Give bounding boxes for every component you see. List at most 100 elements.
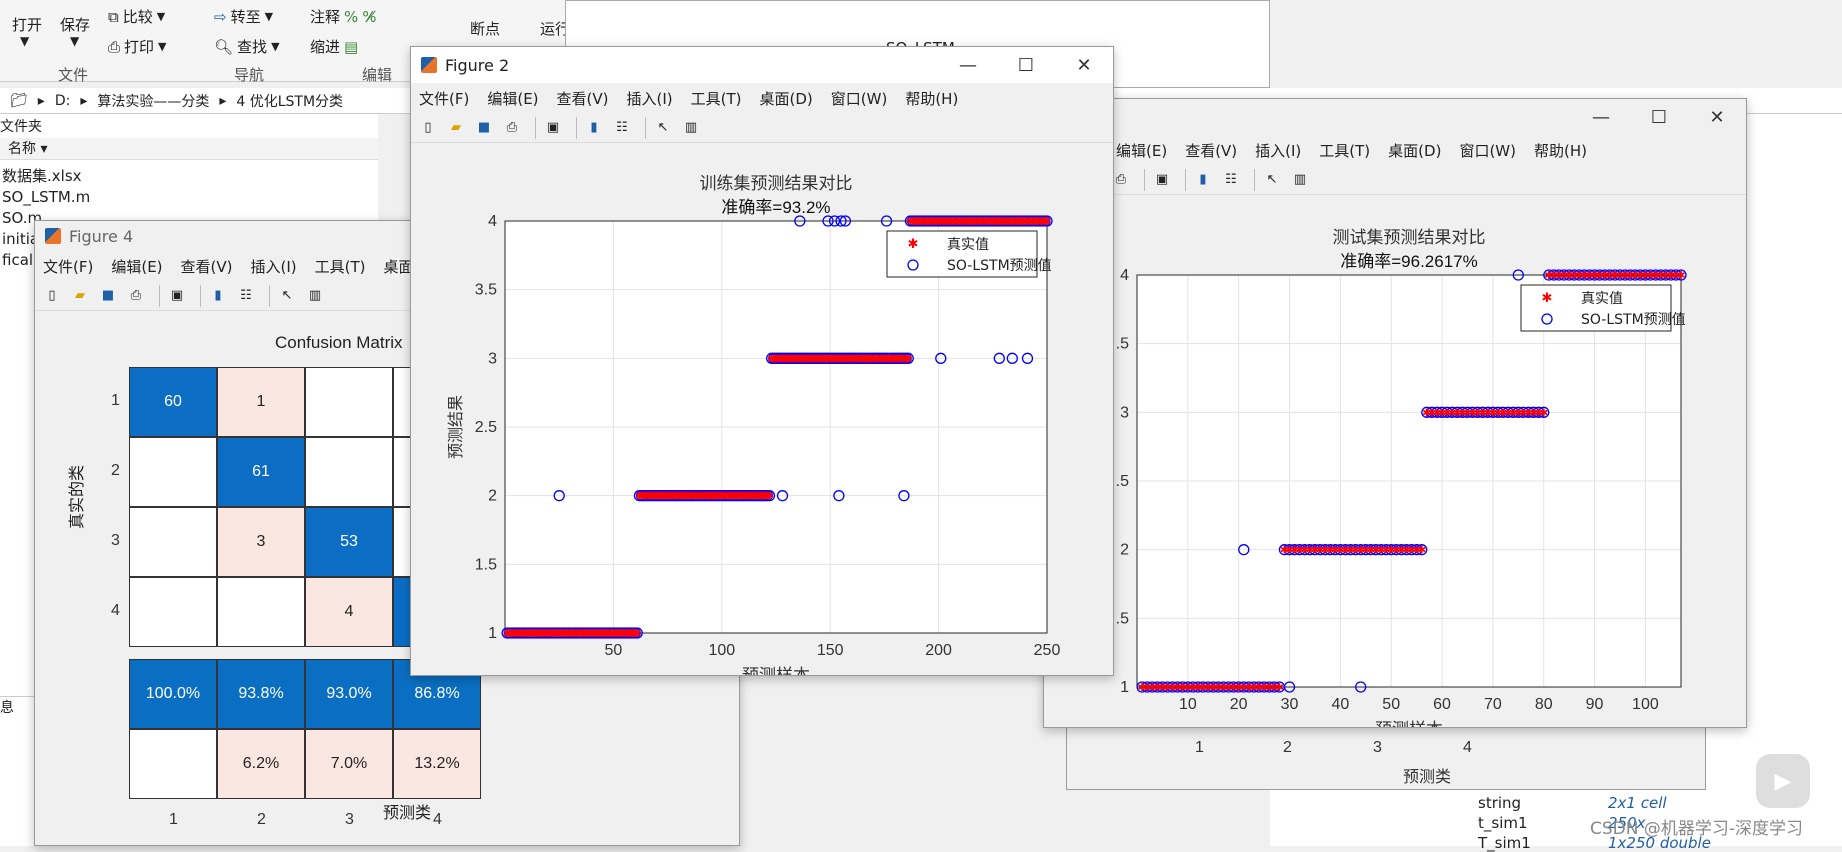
x-tick-label: 10 [1179,696,1197,713]
close-icon[interactable]: ✕ [1055,47,1113,83]
menu-insert[interactable]: 插入(I) [251,256,297,277]
compare-button[interactable]: ⧉ 比较 ▼ [108,6,165,27]
matrix-cell: 1 [217,367,305,437]
chart-title: 训练集预测结果对比 [700,174,853,194]
print-button[interactable]: ⎙ 打印 ▼ [108,36,167,57]
y-tick-label: 1 [488,625,497,642]
x-axis-label: 预测样本 [742,666,810,676]
link-plot-icon[interactable]: ▣ [542,117,564,139]
path-seg1[interactable]: 算法实验——分类 [97,91,209,111]
legend-icon[interactable]: ☷ [235,285,257,307]
menu-desktop[interactable]: 桌面(D) [1388,140,1441,161]
true-value-point: ✱ [1676,269,1685,282]
menu-edit[interactable]: 编辑(E) [1116,140,1167,161]
matrix-cell: 4 [305,577,393,647]
true-value-point: ✱ [1539,406,1548,419]
property-editor-icon[interactable]: ▥ [680,117,702,139]
pointer-icon[interactable]: ↖ [652,117,674,139]
indent-button[interactable]: 缩进 ▤ [310,36,358,57]
workspace-row[interactable]: string 2x1 cell [1478,794,1667,812]
figure2-menubar: 文件(F) 编辑(E) 查看(V) 插入(I) 工具(T) 桌面(D) 窗口(W… [411,83,1113,113]
menu-edit[interactable]: 编辑(E) [111,256,162,277]
save-icon[interactable]: ■ [473,117,495,139]
compare-icon: ⧉ [108,7,119,26]
save-icon[interactable]: ■ [97,285,119,307]
workspace-row[interactable]: t_sim1 250x [1478,814,1646,832]
workspace-row[interactable]: T_sim1 1x250 double [1478,834,1711,852]
link-plot-icon[interactable]: ▣ [1151,169,1173,191]
nav-group-label: 导航 [234,66,265,84]
matrix-cell [305,367,393,437]
y-tick-label: .5 [1116,336,1129,353]
y-tick-label: 4 [488,213,497,230]
menu-desktop[interactable]: 桌面(D) [760,88,813,109]
menu-edit[interactable]: 编辑(E) [487,88,538,109]
cm-row-label: 1 [111,392,120,409]
minimize-icon[interactable]: — [1572,99,1630,135]
colorbar-icon[interactable]: ▮ [583,117,605,139]
legend-icon[interactable]: ☷ [1220,169,1242,191]
menu-file[interactable]: 文件(F) [43,256,93,277]
menu-tools[interactable]: 工具(T) [315,256,366,277]
path-drive[interactable]: D: [55,93,71,109]
name-column-header[interactable]: 名称 ▾ [0,138,378,160]
minimize-icon[interactable]: — [939,47,997,83]
open-folder-icon[interactable]: ▰ [445,117,467,139]
play-icon[interactable]: ▶ [1756,754,1810,808]
pointer-icon[interactable]: ↖ [1261,169,1283,191]
x-tick-label: 40 [1331,696,1349,713]
maximize-icon[interactable]: ☐ [1630,99,1688,135]
menu-view[interactable]: 查看(V) [181,256,233,277]
summary-correct-cell: 93.0% [305,659,393,729]
matrix-cell [129,507,217,577]
maximize-icon[interactable]: ☐ [997,47,1055,83]
find-button[interactable]: 🔍︎ 查找 ▼ [214,36,280,57]
open-dropdown-icon[interactable]: ▼ [20,34,29,48]
folder-up-icon[interactable]: 📁︎ [10,93,28,109]
summary-incorrect-cell [129,729,217,799]
menu-tools[interactable]: 工具(T) [1319,140,1370,161]
print-icon[interactable]: ⎙ [501,117,523,139]
print-icon[interactable]: ⎙ [125,285,147,307]
colorbar-icon[interactable]: ▮ [207,285,229,307]
open-button[interactable]: 打开 [12,14,42,35]
cm-title: Confusion Matrix [275,333,403,352]
menu-file[interactable]: 文件(F) [419,88,469,109]
property-editor-icon[interactable]: ▥ [1289,169,1311,191]
menu-window[interactable]: 窗口(W) [1459,140,1516,161]
property-editor-icon[interactable]: ▥ [304,285,326,307]
menu-help[interactable]: 帮助(H) [905,88,958,109]
menu-insert[interactable]: 插入(I) [627,88,673,109]
y-tick-label: .5 [1116,610,1129,627]
file-item[interactable]: SO_LSTM.m [2,187,90,208]
goto-button[interactable]: ⇨ 转至 ▼ [214,6,273,27]
pointer-icon[interactable]: ↖ [276,285,298,307]
path-seg2[interactable]: 4 优化LSTM分类 [236,91,343,111]
menu-view[interactable]: 查看(V) [557,88,609,109]
comment-button[interactable]: 注释% %̸ [310,6,377,27]
legend-true-label: 真实值 [947,237,989,253]
file-item[interactable]: 数据集.xlsx [2,166,90,187]
legend-icon[interactable]: ☷ [611,117,633,139]
true-value-point: ✱ [633,627,642,640]
menu-window[interactable]: 窗口(W) [831,88,888,109]
summary-incorrect-cell: 7.0% [305,729,393,799]
new-figure-icon[interactable]: ▯ [417,117,439,139]
link-plot-icon[interactable]: ▣ [166,285,188,307]
breakpoint-button[interactable]: 断点 [470,18,500,39]
new-figure-icon[interactable]: ▯ [41,285,63,307]
open-folder-icon[interactable]: ▰ [69,285,91,307]
save-button[interactable]: 保存 [60,14,90,35]
menu-view[interactable]: 查看(V) [1185,140,1237,161]
close-icon[interactable]: ✕ [1688,99,1746,135]
matlab-logo-icon [45,228,61,244]
colorbar-icon[interactable]: ▮ [1192,169,1214,191]
menu-insert[interactable]: 插入(I) [1255,140,1301,161]
summary-correct-cell: 100.0% [129,659,217,729]
x-tick-label: 20 [1230,696,1248,713]
legend-pred-label: SO-LSTM预测值 [947,258,1052,274]
menu-tools[interactable]: 工具(T) [691,88,742,109]
menu-help[interactable]: 帮助(H) [1534,140,1587,161]
save-dropdown-icon[interactable]: ▼ [70,34,79,48]
summary-correct-cell: 93.8% [217,659,305,729]
